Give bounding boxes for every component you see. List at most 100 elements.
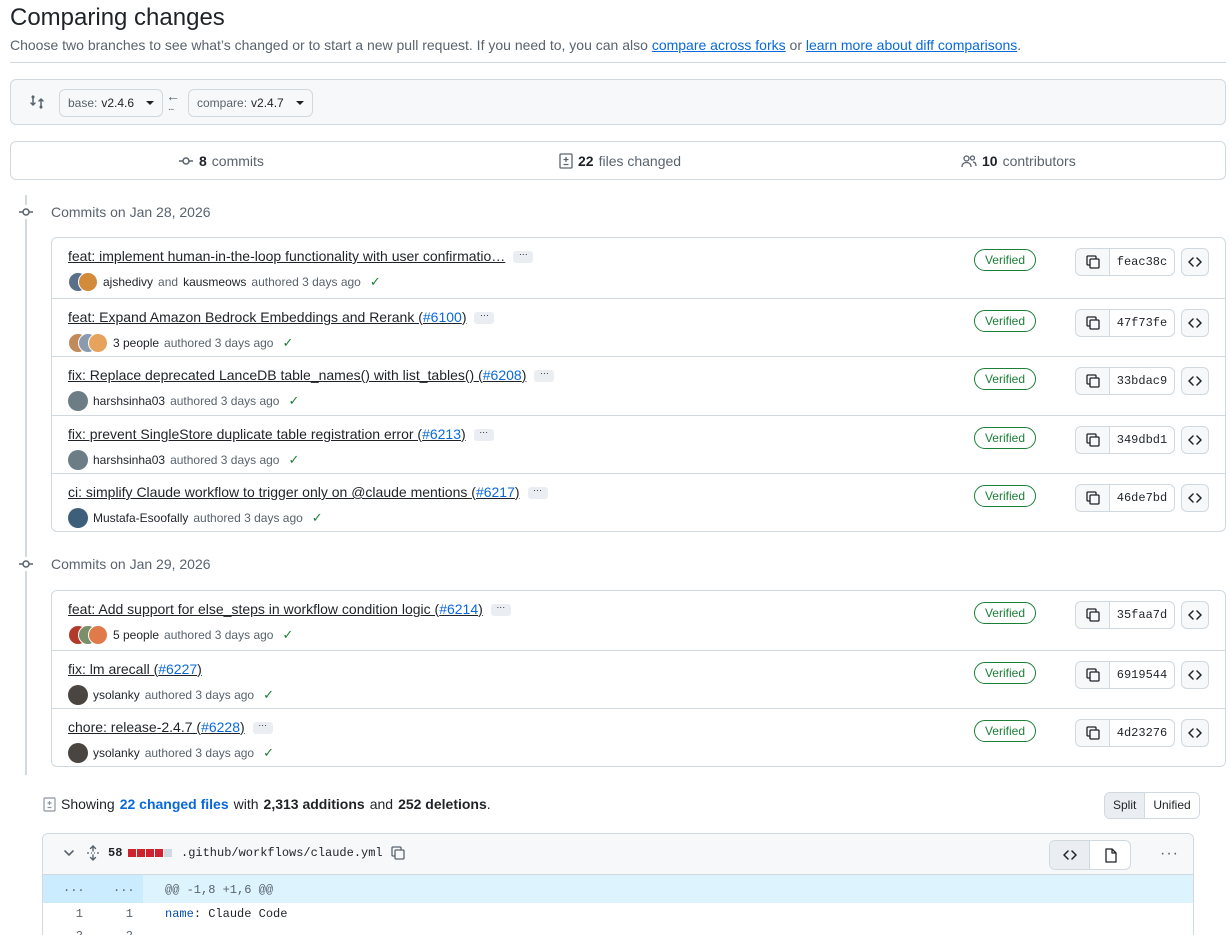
check-icon[interactable]: ✓ [263, 745, 274, 761]
commit-title-link[interactable]: fix: lm arecall (#6227) [68, 661, 202, 677]
commit-sha-link[interactable]: 46de7bd [1110, 485, 1174, 511]
commit-title-link[interactable]: chore: release-2.4.7 (#6228) ··· [68, 719, 273, 735]
check-icon[interactable]: ✓ [282, 335, 293, 351]
commit-sha-link[interactable]: 349dbd1 [1110, 427, 1174, 453]
check-icon[interactable]: ✓ [288, 393, 299, 409]
new-line-number[interactable]: 1 [113, 907, 133, 921]
commit-sha-link[interactable]: feac38c [1110, 249, 1174, 275]
copy-sha-button[interactable] [1076, 368, 1110, 394]
expand-message-button[interactable]: ··· [513, 250, 534, 264]
expand-message-button[interactable]: ··· [534, 369, 555, 383]
verified-badge[interactable]: Verified [973, 485, 1036, 507]
commit-title-link[interactable]: ci: simplify Claude workflow to trigger … [68, 484, 548, 500]
avatar[interactable] [68, 685, 88, 705]
diffstat-count: 58 [108, 846, 123, 860]
commit-author[interactable]: Mustafa-Esoofally [93, 511, 188, 525]
browse-repo-button[interactable] [1181, 484, 1209, 512]
contributors-tab[interactable]: 10 contributors [961, 153, 1076, 169]
expand-up-button[interactable]: ... [63, 881, 85, 895]
expand-message-button[interactable]: ··· [527, 486, 548, 500]
compare-branch-select[interactable]: compare: v2.4.7 [188, 89, 313, 117]
copy-sha-button[interactable] [1076, 602, 1110, 628]
commit-author[interactable]: ysolanky [93, 746, 140, 760]
pr-link[interactable]: #6217 [476, 484, 515, 500]
base-branch-select[interactable]: base: v2.4.6 [59, 89, 164, 117]
split-view-button[interactable]: Split [1105, 793, 1146, 818]
files-changed-tab[interactable]: 22 files changed [559, 153, 681, 169]
file-path-link[interactable]: .github/workflows/claude.yml [181, 846, 383, 860]
new-line-number[interactable]: 2 [113, 929, 133, 935]
verified-badge[interactable]: Verified [973, 602, 1036, 624]
copy-sha-button[interactable] [1076, 249, 1110, 275]
expand-message-button[interactable]: ··· [473, 428, 494, 442]
browse-repo-button[interactable] [1181, 309, 1209, 337]
pr-link[interactable]: #6227 [158, 661, 197, 677]
avatar[interactable] [68, 743, 88, 763]
commit-sha-link[interactable]: 35faa7d [1110, 602, 1174, 628]
commit-title-link[interactable]: feat: Add support for else_steps in work… [68, 601, 511, 617]
copy-sha-button[interactable] [1076, 662, 1110, 688]
browse-repo-button[interactable] [1181, 719, 1209, 747]
commit-author[interactable]: harshsinha03 [93, 394, 165, 408]
pr-link[interactable]: #6214 [439, 601, 478, 617]
copy-sha-button[interactable] [1076, 720, 1110, 746]
browse-repo-button[interactable] [1181, 248, 1209, 276]
browse-repo-button[interactable] [1181, 426, 1209, 454]
commit-title-link[interactable]: feat: implement human-in-the-loop functi… [68, 248, 534, 264]
verified-badge[interactable]: Verified [973, 368, 1036, 390]
check-icon[interactable]: ✓ [263, 687, 274, 703]
expand-message-button[interactable]: ··· [252, 721, 273, 735]
commit-title-link[interactable]: fix: prevent SingleStore duplicate table… [68, 426, 494, 442]
compare-across-forks-link[interactable]: compare across forks [652, 37, 786, 53]
old-line-number[interactable]: 1 [63, 907, 83, 921]
copy-sha-button[interactable] [1076, 485, 1110, 511]
collapse-file-button[interactable] [63, 847, 75, 859]
expand-message-button[interactable]: ··· [490, 603, 511, 617]
pr-link[interactable]: #6100 [423, 309, 462, 325]
commit-sha-link[interactable]: 4d23276 [1110, 720, 1174, 746]
pr-link[interactable]: #6208 [483, 367, 522, 383]
commit-author[interactable]: ysolanky [93, 688, 140, 702]
commit-author[interactable]: 5 people [113, 628, 159, 642]
commit-author[interactable]: harshsinha03 [93, 453, 165, 467]
commit-author[interactable]: ajshedivy [103, 275, 153, 289]
avatar[interactable] [68, 450, 88, 470]
check-icon[interactable]: ✓ [370, 274, 381, 290]
commits-tab[interactable]: 8 commits [178, 153, 264, 169]
verified-badge[interactable]: Verified [973, 720, 1036, 742]
commit-sha-link[interactable]: 33bdac9 [1110, 368, 1174, 394]
expand-down-button[interactable]: ... [113, 881, 135, 895]
verified-badge[interactable]: Verified [973, 249, 1036, 271]
verified-badge[interactable]: Verified [973, 310, 1036, 332]
learn-more-link[interactable]: learn more about diff comparisons [806, 37, 1017, 53]
commit-title-link[interactable]: feat: Expand Amazon Bedrock Embeddings a… [68, 309, 495, 325]
unified-view-button[interactable]: Unified [1145, 793, 1199, 818]
expand-all-button[interactable] [86, 845, 100, 861]
commit-coauthor[interactable]: kausmeows [183, 275, 246, 289]
check-icon[interactable]: ✓ [312, 510, 323, 526]
browse-repo-button[interactable] [1181, 601, 1209, 629]
browse-repo-button[interactable] [1181, 661, 1209, 689]
commit-author[interactable]: 3 people [113, 336, 159, 350]
expand-message-button[interactable]: ··· [474, 311, 495, 325]
verified-badge[interactable]: Verified [973, 662, 1036, 684]
pr-link[interactable]: #6228 [201, 719, 240, 735]
check-icon[interactable]: ✓ [288, 452, 299, 468]
old-line-number[interactable]: 2 [63, 929, 83, 935]
browse-repo-button[interactable] [1181, 367, 1209, 395]
commit-sha-link[interactable]: 47f73fe [1110, 310, 1174, 336]
copy-icon[interactable] [390, 846, 405, 860]
commit-sha-link[interactable]: 6919544 [1110, 662, 1174, 688]
check-icon[interactable]: ✓ [282, 627, 293, 643]
pr-link[interactable]: #6213 [422, 426, 461, 442]
changed-files-link[interactable]: 22 changed files [120, 796, 229, 812]
source-diff-button[interactable] [1050, 841, 1090, 869]
verified-badge[interactable]: Verified [973, 427, 1036, 449]
view-file-button[interactable] [1090, 841, 1130, 869]
avatar[interactable] [68, 391, 88, 411]
copy-sha-button[interactable] [1076, 427, 1110, 453]
commit-title-link[interactable]: fix: Replace deprecated LanceDB table_na… [68, 367, 555, 383]
avatar[interactable] [68, 508, 88, 528]
kebab-menu-icon[interactable]: ··· [1160, 845, 1179, 863]
copy-sha-button[interactable] [1076, 310, 1110, 336]
